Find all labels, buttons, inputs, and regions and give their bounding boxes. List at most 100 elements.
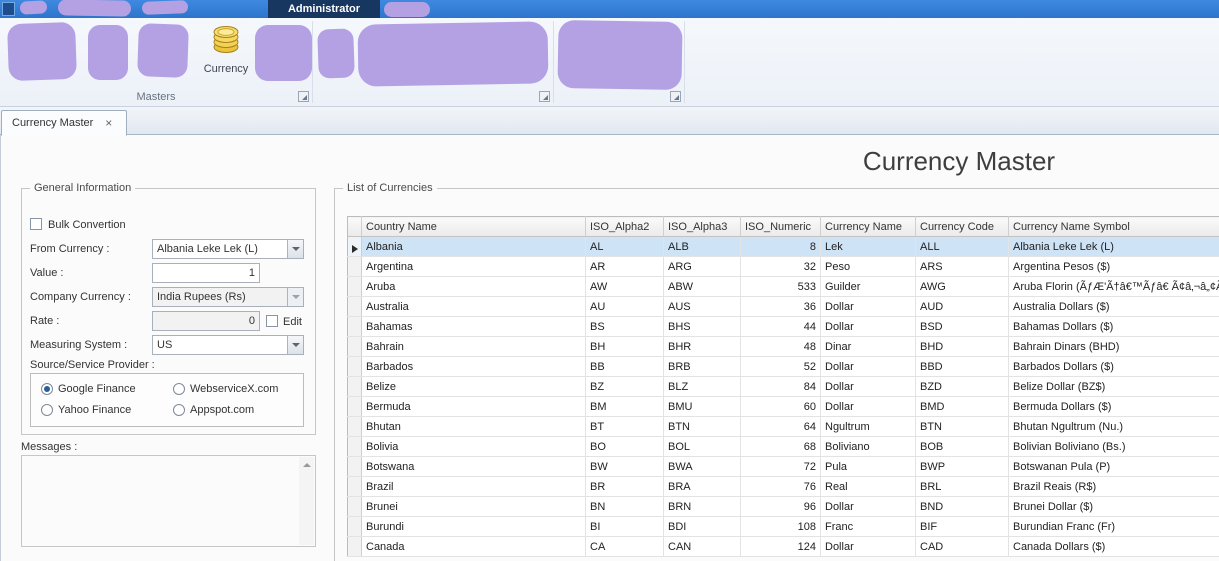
grid-cell[interactable]: Brazil Reais (R$) (1008, 476, 1219, 497)
grid-cell[interactable]: Barbados Dollars ($) (1008, 356, 1219, 377)
grid-cell[interactable]: Barbados (361, 356, 586, 377)
ribbon-tab-administrator[interactable]: Administrator (268, 0, 380, 18)
grid-cell[interactable]: BB (585, 356, 664, 377)
grid-cell[interactable]: BHS (663, 316, 741, 337)
grid-cell[interactable]: Dinar (820, 336, 916, 357)
row-indicator[interactable] (347, 396, 362, 417)
grid-cell[interactable]: AUD (915, 296, 1009, 317)
grid-cell[interactable]: Lek (820, 236, 916, 257)
grid-cell[interactable]: 52 (740, 356, 821, 377)
grid-cell[interactable]: Bhutan Ngultrum (Nu.) (1008, 416, 1219, 437)
chevron-down-icon[interactable] (287, 336, 303, 354)
grid-cell[interactable]: ALB (663, 236, 741, 257)
scrollbar[interactable] (299, 457, 314, 545)
row-indicator[interactable] (347, 376, 362, 397)
grid-cell[interactable]: BDI (663, 516, 741, 537)
grid-cell[interactable]: BHR (663, 336, 741, 357)
row-indicator[interactable] (347, 436, 362, 457)
dialog-launcher-icon[interactable] (298, 91, 309, 102)
radio-webservicex-com[interactable]: WebserviceX.com (173, 382, 278, 396)
table-row[interactable]: Aruba AW ABW 533 Guilder AWG Aruba Florin (ÃƒÆ… (347, 276, 1219, 297)
table-row[interactable]: Australia AU AUS 36 Dollar AUD Australia Dolla… (347, 296, 1219, 317)
chevron-down-icon[interactable] (287, 240, 303, 258)
bulk-convertion-checkbox[interactable] (30, 218, 42, 230)
grid-cell[interactable]: BOL (663, 436, 741, 457)
radio-google-finance[interactable]: Google Finance (41, 382, 136, 396)
grid-cell[interactable]: Bhutan (361, 416, 586, 437)
table-row[interactable]: Canada CA CAN 124 Dollar CAD Canada Dollars ($… (347, 536, 1219, 557)
grid-cell[interactable]: BMD (915, 396, 1009, 417)
column-header[interactable]: ISO_Numeric (740, 216, 821, 237)
grid-cell[interactable]: Bermuda (361, 396, 586, 417)
grid-cell[interactable]: Aruba Florin (ÃƒÆ'Ã†â€™Ãƒâ€ Ã¢â‚¬â„¢ÃƒÆ'… (1008, 276, 1219, 297)
grid-cell[interactable]: 124 (740, 536, 821, 557)
grid-cell[interactable]: CAN (663, 536, 741, 557)
grid-cell[interactable]: AUS (663, 296, 741, 317)
grid-cell[interactable]: ALL (915, 236, 1009, 257)
grid-cell[interactable]: ARG (663, 256, 741, 277)
row-indicator[interactable] (347, 276, 362, 297)
grid-cell[interactable]: Canada Dollars ($) (1008, 536, 1219, 557)
grid-cell[interactable]: BOB (915, 436, 1009, 457)
grid-cell[interactable]: BRA (663, 476, 741, 497)
tab-close-icon[interactable]: × (105, 117, 112, 129)
row-indicator[interactable] (347, 296, 362, 317)
grid-cell[interactable]: AWG (915, 276, 1009, 297)
grid-cell[interactable]: Australia Dollars ($) (1008, 296, 1219, 317)
grid-cell[interactable]: CAD (915, 536, 1009, 557)
grid-cell[interactable]: Botswana (361, 456, 586, 477)
radio-appspot-com[interactable]: Appspot.com (173, 403, 254, 417)
grid-cell[interactable]: Brunei (361, 496, 586, 517)
tab-currency-master[interactable]: Currency Master × (1, 110, 127, 136)
grid-cell[interactable]: Belize (361, 376, 586, 397)
grid-cell[interactable]: 76 (740, 476, 821, 497)
grid-cell[interactable]: AR (585, 256, 664, 277)
grid-cell[interactable]: Canada (361, 536, 586, 557)
grid-cell[interactable]: BBD (915, 356, 1009, 377)
grid-cell[interactable]: BWP (915, 456, 1009, 477)
grid-cell[interactable]: BH (585, 336, 664, 357)
grid-cell[interactable]: Belize Dollar (BZ$) (1008, 376, 1219, 397)
table-row[interactable]: Burundi BI BDI 108 Franc BIF Burundian Franc (… (347, 516, 1219, 537)
grid-cell[interactable]: Burundi (361, 516, 586, 537)
table-row[interactable]: Botswana BW BWA 72 Pula BWP Botswanan Pula (P) (347, 456, 1219, 477)
column-header[interactable]: ISO_Alpha3 (663, 216, 741, 237)
table-row[interactable]: Brunei BN BRN 96 Dollar BND Brunei Dollar ($) (347, 496, 1219, 517)
grid-cell[interactable]: Dollar (820, 376, 916, 397)
grid-cell[interactable]: 48 (740, 336, 821, 357)
grid-cell[interactable]: 64 (740, 416, 821, 437)
grid-cell[interactable]: Bahamas Dollars ($) (1008, 316, 1219, 337)
grid-cell[interactable]: 32 (740, 256, 821, 277)
row-indicator[interactable] (347, 336, 362, 357)
grid-cell[interactable]: ARS (915, 256, 1009, 277)
grid-cell[interactable]: 533 (740, 276, 821, 297)
grid-cell[interactable]: BLZ (663, 376, 741, 397)
currency-button[interactable]: Currency (198, 22, 254, 92)
grid-cell[interactable]: BZ (585, 376, 664, 397)
table-row[interactable]: Bahrain BH BHR 48 Dinar BHD Bahrain Dinars (BH… (347, 336, 1219, 357)
column-header[interactable]: ISO_Alpha2 (585, 216, 664, 237)
grid-cell[interactable]: BW (585, 456, 664, 477)
grid-cell[interactable]: AU (585, 296, 664, 317)
scroll-up-icon[interactable] (299, 457, 314, 472)
row-indicator[interactable] (347, 536, 362, 557)
messages-textarea[interactable] (21, 455, 316, 547)
grid-cell[interactable]: Bolivian Boliviano (Bs.) (1008, 436, 1219, 457)
row-indicator[interactable] (347, 316, 362, 337)
grid-cell[interactable]: Burundian Franc (Fr) (1008, 516, 1219, 537)
grid-cell[interactable]: Brunei Dollar ($) (1008, 496, 1219, 517)
grid-cell[interactable]: Bahrain (361, 336, 586, 357)
column-header[interactable]: Currency Code (915, 216, 1009, 237)
measuring-system-combo[interactable]: US (152, 335, 304, 355)
grid-cell[interactable]: Dollar (820, 396, 916, 417)
row-indicator[interactable] (347, 236, 362, 257)
grid-cell[interactable]: BO (585, 436, 664, 457)
from-currency-combo[interactable]: Albania Leke Lek (L) (152, 239, 304, 259)
grid-cell[interactable]: Argentina (361, 256, 586, 277)
row-indicator[interactable] (347, 256, 362, 277)
grid-cell[interactable]: Ngultrum (820, 416, 916, 437)
grid-cell[interactable]: Franc (820, 516, 916, 537)
grid-cell[interactable]: BT (585, 416, 664, 437)
grid-cell[interactable]: 60 (740, 396, 821, 417)
grid-cell[interactable]: AL (585, 236, 664, 257)
